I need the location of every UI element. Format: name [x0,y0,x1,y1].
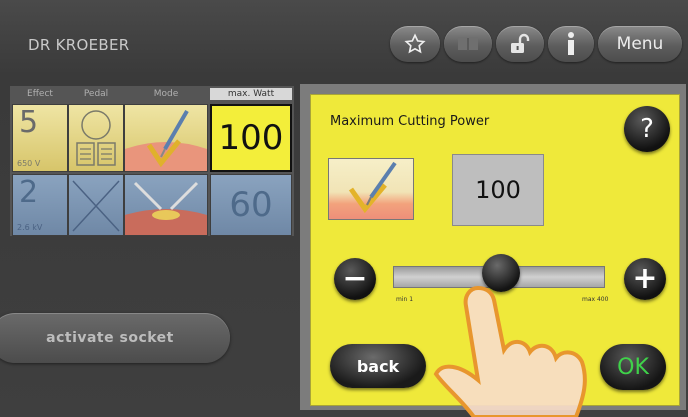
info-button[interactable] [548,26,594,62]
cross-icon [69,180,123,235]
watt-value: 60 [229,185,273,225]
pedal-cell-row2[interactable] [68,174,124,236]
effect-voltage: 650 V [17,159,41,168]
unlock-icon [508,32,532,56]
effect-cell-row1[interactable]: 5 650 V [12,104,68,172]
cutting-mode-icon [328,158,414,220]
book-icon [456,34,480,54]
decrease-button[interactable]: − [334,258,376,300]
favorites-button[interactable] [390,26,440,62]
effect-voltage: 2.6 kV [17,223,43,232]
coag-mode-icon [125,181,207,235]
power-value-display: 100 [452,154,544,226]
mode-cell-row1[interactable] [124,104,208,172]
effect-value: 2 [19,175,39,210]
column-header-pedal: Pedal [83,89,109,99]
activate-socket-button[interactable]: activate socket [0,313,230,363]
slider-handle[interactable] [482,254,520,292]
screen: DR KROEBER Menu Effect Pedal Mode max. W… [0,0,688,417]
watt-cell-row1[interactable]: 100 [210,104,292,172]
column-header-max-watt: max. Watt [210,88,292,100]
help-button[interactable]: ? [624,106,670,152]
brand-title: DR KROEBER [28,36,130,54]
effect-cell-row2[interactable]: 2 2.6 kV [12,174,68,236]
top-bar: DR KROEBER Menu [0,0,688,80]
ok-button[interactable]: OK [600,344,666,390]
pedal-icon [69,110,123,171]
back-button[interactable]: back [330,344,426,388]
star-icon [404,33,426,55]
dialog-title: Maximum Cutting Power [330,114,490,129]
info-icon [563,31,579,57]
increase-button[interactable]: + [624,258,666,300]
pedal-cell-row1[interactable] [68,104,124,172]
column-header-mode: Mode [153,89,179,99]
column-header-effect: Effect [27,89,53,99]
mode-cell-row2[interactable] [124,174,208,236]
effect-value: 5 [19,105,39,140]
lock-button[interactable] [496,26,544,62]
manual-button[interactable] [444,26,492,62]
watt-value: 100 [218,118,284,158]
menu-button[interactable]: Menu [598,26,682,62]
slider-max-label: max 400 [582,296,609,303]
watt-cell-row2[interactable]: 60 [210,174,292,236]
cutting-mode-icon [125,109,207,171]
slider-min-label: min 1 [396,296,414,303]
